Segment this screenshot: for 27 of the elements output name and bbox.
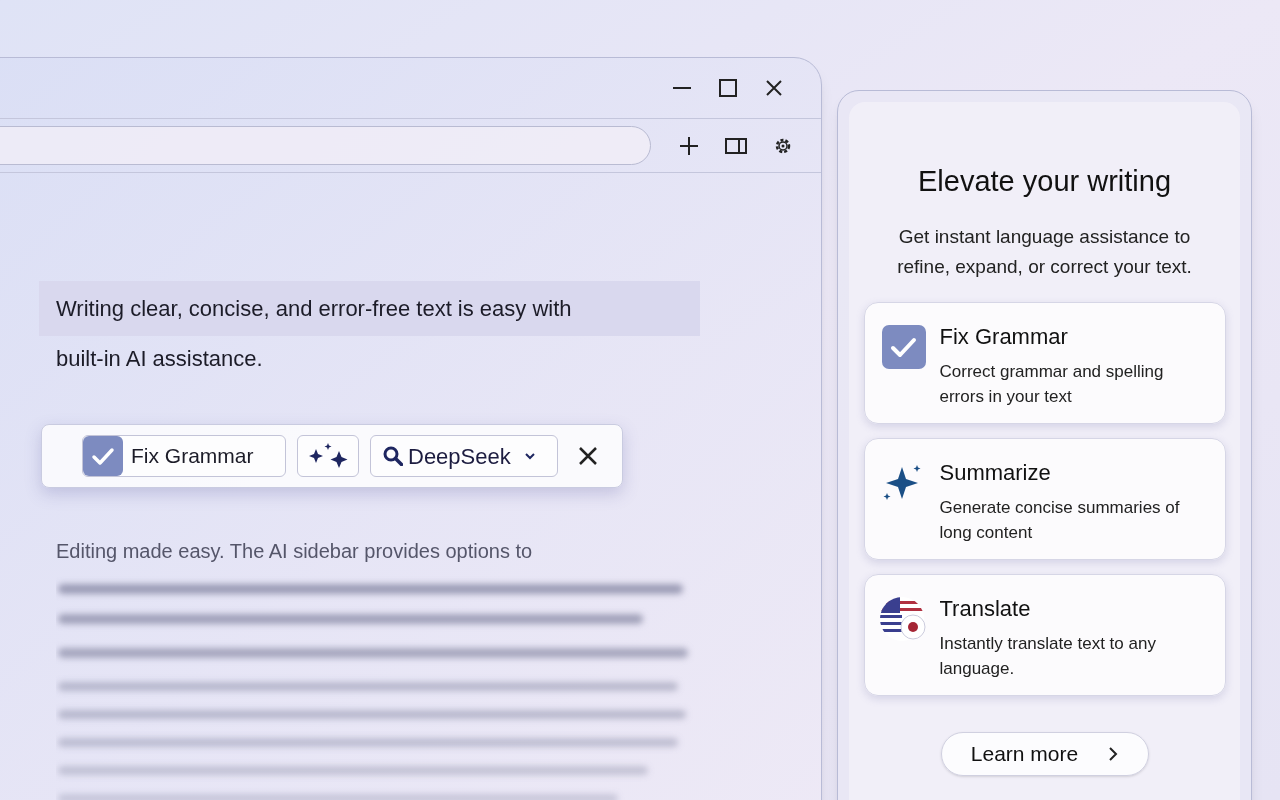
feature-card[interactable]: Fix Grammar Correct grammar and spelling errors in your text <box>863 301 1226 424</box>
sidebar-title: Elevate your writing <box>917 164 1172 199</box>
fix-grammar-button[interactable]: Fix Grammar <box>82 435 286 477</box>
checkbox-icon <box>83 436 123 476</box>
sparkle-button[interactable] <box>297 435 359 477</box>
search-icon <box>383 446 403 466</box>
maximize-icon[interactable] <box>717 77 739 99</box>
chevron-right-icon <box>1108 745 1119 762</box>
feature-title: Fix Grammar <box>939 322 1069 351</box>
feature-description: Instantly translate text to any language. <box>939 632 1157 680</box>
document-text: Writing clear, concise, and error-free text is easy with <box>39 281 700 336</box>
sidebar-description: Get instant language assistance to refine, expand, or correct your text. <box>896 224 1193 279</box>
checkbox-icon <box>879 322 928 371</box>
sidebar-icon[interactable] <box>725 136 747 155</box>
feature-description: Correct grammar and spelling errors in your text <box>939 360 1165 408</box>
feature-title: Translate <box>939 594 1032 623</box>
feature-title: Summarize <box>939 458 1052 487</box>
close-icon[interactable] <box>577 445 599 467</box>
paragraph-text: Editing made easy. The AI sidebar provides options to <box>56 539 534 564</box>
feature-card[interactable]: Translate Instantly translate text to any language. <box>863 573 1226 696</box>
feature-card[interactable]: Summarize Generate concise summaries of long content <box>863 437 1226 560</box>
document-text: built-in AI assistance. <box>56 344 264 373</box>
model-dropdown[interactable]: DeepSeek <box>370 435 558 477</box>
caret-icon <box>523 452 536 460</box>
learn-more-button[interactable]: Learn more <box>940 731 1149 776</box>
feature-description: Generate concise summaries of long content <box>939 496 1181 544</box>
plus-icon[interactable] <box>679 135 699 156</box>
